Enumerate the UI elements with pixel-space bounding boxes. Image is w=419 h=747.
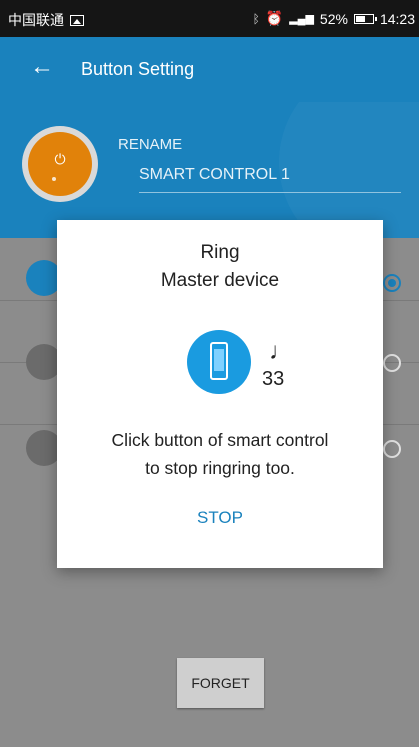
dialog-title-line2: Master device <box>160 270 280 291</box>
device-avatar[interactable]: ⏻ <box>22 126 98 202</box>
stop-button[interactable]: STOP <box>57 508 383 528</box>
indicator-dot <box>52 177 56 181</box>
battery-percent: 52% <box>319 10 348 27</box>
dialog-message: Click button of smart control to stop ri… <box>57 426 383 482</box>
image-notification-icon <box>70 14 84 26</box>
music-note-icon: ♩ <box>269 338 293 365</box>
app-bar: ← Button Setting <box>0 37 419 102</box>
carrier-label: 中国联通 <box>8 12 64 28</box>
dialog-title-line1: Ring <box>200 242 240 263</box>
radio-ring[interactable] <box>383 274 401 292</box>
phone-icon <box>187 330 251 394</box>
radio-trash[interactable] <box>383 440 401 458</box>
ring-count: 33 <box>262 368 285 390</box>
alarm-icon: ⏰ <box>265 10 284 26</box>
device-header: ⏻ RENAME SMART CONTROL 1 <box>0 102 419 238</box>
power-icon: ⏻ <box>54 151 66 167</box>
rename-label: RENAME <box>118 136 183 153</box>
bluetooth-icon: ᛒ <box>252 11 260 26</box>
forget-button[interactable]: FORGET <box>177 658 264 708</box>
dialog-message-line2: to stop ringring too. <box>145 458 295 478</box>
arrow-left-icon[interactable]: ← <box>30 53 54 81</box>
battery-icon <box>353 13 377 24</box>
ring-dialog: Ring Master device ♩ 33 Click button of … <box>57 220 383 568</box>
signal-icon: ▂▄▆ <box>289 13 314 25</box>
clock: 14:23 <box>379 10 415 27</box>
dialog-message-line1: Click button of smart control <box>111 430 329 450</box>
page-title: Button Setting <box>81 59 195 79</box>
rename-input[interactable]: SMART CONTROL 1 <box>139 166 401 193</box>
status-bar: 中国联通 ᛒ ⏰ ▂▄▆ 52% 14:23 <box>0 0 419 37</box>
